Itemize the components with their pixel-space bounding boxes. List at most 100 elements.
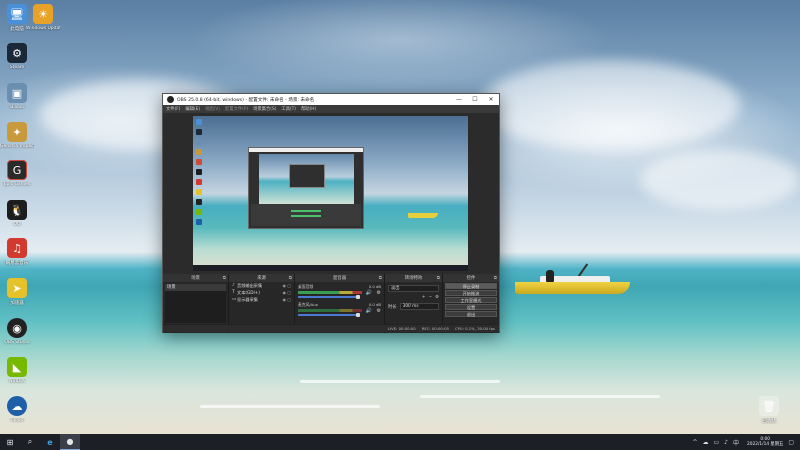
source-item[interactable]: T 文本(GDI+) ◉ ▢ <box>229 289 294 296</box>
rec-status: REC: 00:00:05 <box>421 326 449 331</box>
sources-dock-title: 来源 <box>257 276 266 281</box>
desktop-icon-bilibili[interactable]: ▣ Bilibili <box>0 83 34 110</box>
input-method-icon[interactable]: 中 <box>733 438 739 447</box>
notification-icon[interactable]: ▢ <box>788 439 794 446</box>
cloud-tray-icon[interactable]: ☁ <box>703 439 709 446</box>
start-streaming-button[interactable]: 开始推流 <box>445 290 497 296</box>
visibility-eye-icon[interactable]: ◉ ▢ <box>282 290 291 295</box>
desktop-icon-windows-update[interactable]: ☀ Windows Update <box>26 4 60 31</box>
menu-profile[interactable]: 配置文件(P) <box>225 106 248 112</box>
dock-float-icon[interactable]: ⧉ <box>289 275 292 281</box>
cpu-status: CPU: 0.1%, 30.00 fps <box>454 326 495 331</box>
menu-scene-collection[interactable]: 场景集合(S) <box>253 106 276 112</box>
boat <box>515 282 630 294</box>
live-status: LIVE: 00:00:00 <box>387 326 416 331</box>
minimize-button[interactable]: — <box>451 96 467 103</box>
status-bar: LIVE: 00:00:00 REC: 00:00:05 CPU: 0.1%, … <box>163 324 499 332</box>
mixer-channel-desktop-audio: 桌面音频 0.0 dB 🔊 ⚙ <box>295 282 384 300</box>
edge-icon[interactable]: e <box>40 434 60 450</box>
network-icon[interactable]: ▭ <box>714 439 720 446</box>
menu-tools[interactable]: 工具(T) <box>281 106 296 112</box>
dock-float-icon[interactable]: ⧉ <box>437 275 440 281</box>
studio-mode-button[interactable]: 工作室模式 <box>445 297 497 303</box>
obs-logo-icon <box>167 96 174 103</box>
epic-icon: G <box>7 160 27 180</box>
maximize-button[interactable]: ☐ <box>467 96 483 103</box>
nvidia-icon: ◣ <box>7 357 27 377</box>
desktop-icon-nvidia[interactable]: ◣ NVIDIA <box>0 357 34 384</box>
cloud-app-icon: ☁ <box>7 396 27 416</box>
volume-slider-knob[interactable] <box>356 295 360 299</box>
volume-slider[interactable] <box>298 313 360 317</box>
speaker-icon[interactable]: 🔊 <box>366 308 372 314</box>
close-button[interactable]: ✕ <box>483 96 499 103</box>
preview-boat <box>408 213 438 218</box>
preview-canvas[interactable] <box>193 116 468 271</box>
netease-music-icon: ♫ <box>7 238 27 258</box>
transition-settings-gear-icon[interactable]: ⚙ <box>435 295 439 300</box>
clock-date: 2022/1/14 星期五 <box>747 442 784 447</box>
stop-recording-button[interactable]: 停止录制 <box>445 283 497 289</box>
dock-float-icon[interactable]: ⧉ <box>223 275 226 281</box>
scenes-dock-header: 场景 ⧉ <box>163 274 228 282</box>
menu-help[interactable]: 帮助(H) <box>301 106 316 112</box>
dock-float-icon[interactable]: ⧉ <box>494 275 497 281</box>
wave <box>420 395 660 398</box>
volume-slider[interactable] <box>298 295 360 299</box>
menu-bar: 文件(F) 编辑(E) 视图(V) 配置文件(P) 场景集合(S) 工具(T) … <box>163 105 499 113</box>
desktop-icon-netease-music[interactable]: ♫ 网易云音乐 <box>0 238 34 266</box>
window-title: OBS 25.0.8 (64-bit, windows) - 配置文件: 未命名… <box>177 97 315 103</box>
transitions-dock-header: 转场特效 ⧉ <box>385 274 442 282</box>
menu-file[interactable]: 文件(F) <box>166 106 180 112</box>
scene-item[interactable]: 场景 <box>165 284 226 291</box>
source-item[interactable]: ▭ 显示器采集 ◉ ▢ <box>229 296 294 303</box>
source-item[interactable]: ♪ 音频输出采集 ◉ ▢ <box>229 282 294 289</box>
desktop-icon-recycle-bin[interactable]: 🗑 回收站 <box>752 396 786 424</box>
search-icon[interactable]: ⌕ <box>20 434 40 450</box>
desktop-icon-qq[interactable]: 🐧 QQ <box>0 200 34 227</box>
clock[interactable]: 0:00 2022/1/14 星期五 <box>747 437 783 447</box>
desktop-icon-steam[interactable]: ⚙ Steam <box>0 43 34 70</box>
desktop-icon-genshin[interactable]: ✦ Genshin Impact <box>0 122 34 149</box>
obs-window[interactable]: OBS 25.0.8 (64-bit, windows) - 配置文件: 未命名… <box>162 93 500 333</box>
preview-desktop-icons <box>196 119 203 229</box>
desktop-icon-accelerator[interactable]: ➤ 加速器 <box>0 278 34 306</box>
duration-input[interactable]: 300 ms <box>399 303 439 310</box>
settings-button[interactable]: 设置 <box>445 304 497 310</box>
menu-edit[interactable]: 编辑(E) <box>185 106 200 112</box>
volume-icon[interactable]: ♪ <box>724 439 728 446</box>
qq-icon: 🐧 <box>7 200 27 220</box>
source-label: 显示器采集 <box>237 296 258 302</box>
show-hidden-icons-icon[interactable]: ^ <box>692 439 697 446</box>
dock-float-icon[interactable]: ⧉ <box>379 275 382 281</box>
title-bar[interactable]: OBS 25.0.8 (64-bit, windows) - 配置文件: 未命名… <box>163 94 499 105</box>
desktop-icon-epic[interactable]: G Epic Games <box>0 160 34 187</box>
visibility-eye-icon[interactable]: ◉ ▢ <box>282 283 291 288</box>
controls-dock-header: 控件 ⧉ <box>443 274 499 282</box>
gear-icon[interactable]: ⚙ <box>377 308 381 314</box>
cloud <box>480 60 740 150</box>
exit-button[interactable]: 退出 <box>445 311 497 317</box>
menu-view[interactable]: 视图(V) <box>205 106 220 112</box>
desktop-icon-cloud[interactable]: ☁ Cloud <box>0 396 34 423</box>
remove-transition-icon[interactable]: − <box>429 295 433 300</box>
speaker-icon[interactable]: 🔊 <box>366 290 372 296</box>
bilibili-icon: ▣ <box>7 83 27 103</box>
computer-icon: 🖥 <box>7 4 27 24</box>
transition-select[interactable]: 淡出 <box>388 285 439 292</box>
nested-obs-preview <box>248 147 364 229</box>
genshin-icon: ✦ <box>7 122 27 142</box>
obs-icon[interactable]: ● <box>60 434 80 450</box>
visibility-eye-icon[interactable]: ◉ ▢ <box>282 297 291 302</box>
add-transition-icon[interactable]: + <box>422 295 426 300</box>
desktop-icon-obs[interactable]: ◉ OBS Studio <box>0 318 34 345</box>
wave <box>200 405 380 408</box>
channel-name: 桌面音频 <box>298 284 314 289</box>
cloud <box>640 150 800 210</box>
preview-taskbar <box>193 265 468 271</box>
gear-icon[interactable]: ⚙ <box>377 290 381 296</box>
volume-slider-knob[interactable] <box>356 313 360 317</box>
start-button[interactable]: ⊞ <box>0 434 20 450</box>
channel-name: 麦克风/Aux <box>298 302 318 307</box>
wave <box>300 380 500 383</box>
